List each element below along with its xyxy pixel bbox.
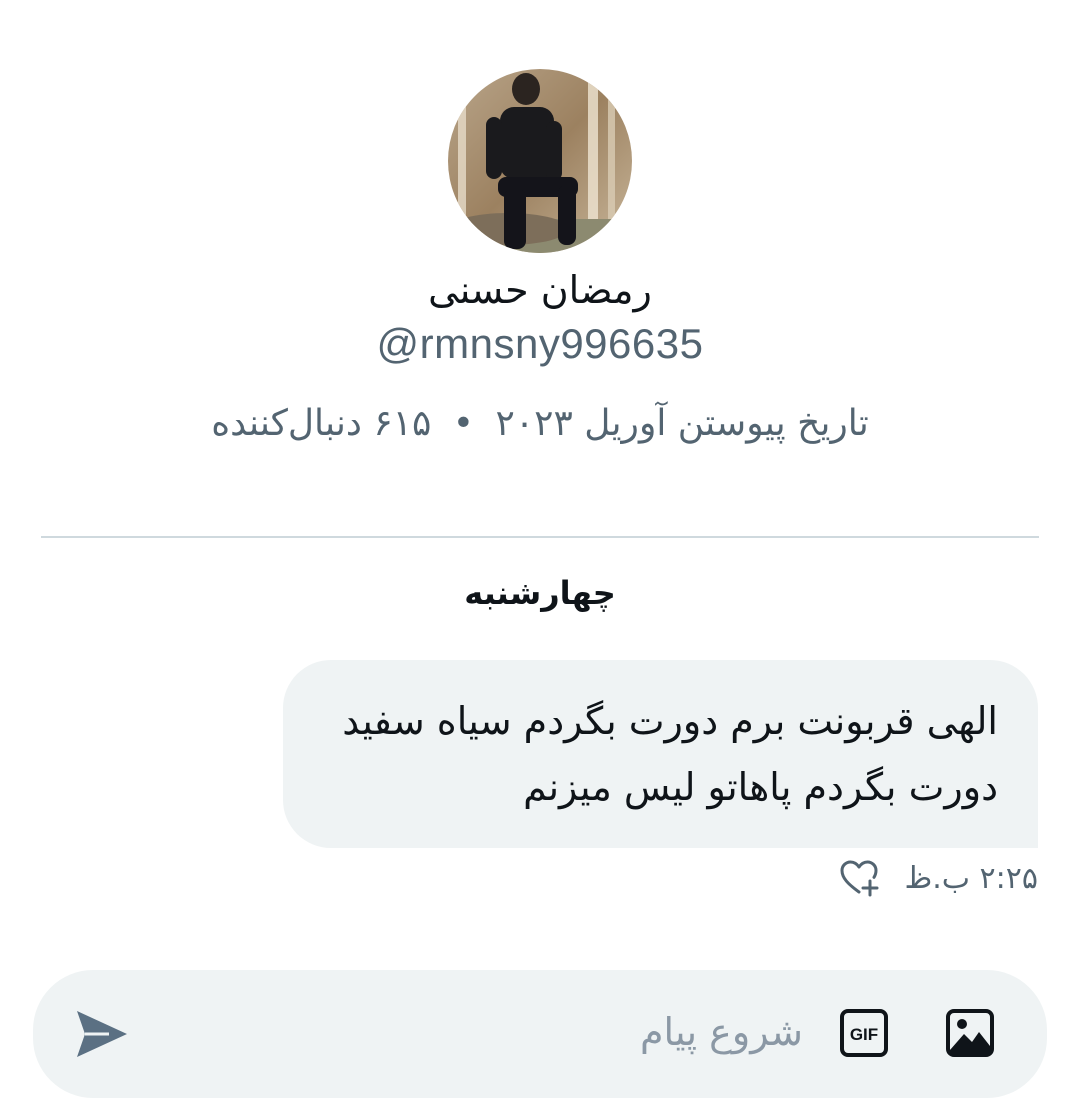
message-text-line-1: الهی قربونت برم دورت بگردم سیاه سفید: [342, 699, 998, 743]
gif-icon[interactable]: GIF: [839, 1008, 889, 1058]
gif-label: GIF: [850, 1025, 878, 1044]
image-icon[interactable]: [945, 1008, 995, 1058]
message-time: ۲:۲۵ ب.ظ: [904, 860, 1038, 896]
joined-date: تاریخ پیوستن آوریل ۲۰۲۳: [495, 403, 869, 444]
avatar[interactable]: [448, 69, 632, 253]
message-meta: ۲:۲۵ ب.ظ: [838, 856, 1038, 900]
profile-handle: @rmnsny996635: [376, 320, 704, 367]
display-name: رمضان حسنی: [428, 268, 652, 312]
send-icon[interactable]: [73, 1006, 129, 1062]
message-bubble[interactable]: الهی قربونت برم دورت بگردم سیاه سفید دور…: [283, 660, 1038, 848]
section-divider: [41, 536, 1039, 538]
message-input[interactable]: شروع پیام: [640, 1004, 803, 1060]
follower-count[interactable]: ۶۱۵ دنبال‌کننده: [211, 403, 431, 444]
meta-separator: •: [452, 403, 475, 444]
message-composer[interactable]: GIF شروع پیام: [33, 970, 1047, 1098]
message-text-line-2: دورت بگردم پاهاتو لیس میزنم: [523, 765, 998, 809]
profile-meta: تاریخ پیوستن آوریل ۲۰۲۳ • ۶۱۵ دنبال‌کنند…: [0, 396, 1080, 452]
heart-plus-icon[interactable]: [838, 857, 880, 899]
day-label: چهارشنبه: [464, 574, 616, 612]
